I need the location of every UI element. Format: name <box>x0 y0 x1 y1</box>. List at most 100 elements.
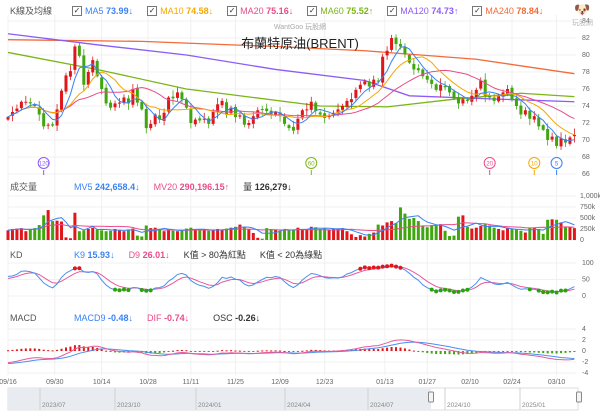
volume-bar <box>171 230 175 240</box>
osc-bar <box>212 351 215 352</box>
date-tick-label: 02/24 <box>503 379 521 386</box>
osc-bar <box>216 350 219 352</box>
candle-body <box>24 101 28 103</box>
osc-bar <box>542 351 545 354</box>
volume-bar <box>501 230 505 240</box>
candle-body <box>519 105 523 115</box>
volume-bar <box>247 229 251 240</box>
osc-bar <box>555 351 558 354</box>
kd-oversold-dot <box>144 288 149 293</box>
volume-bar <box>564 226 567 240</box>
ma-toggle-ma20[interactable]: ✓ MA20 75.16 ↓ <box>227 5 293 16</box>
volume-bar <box>452 235 456 240</box>
volume-tick-label: 750k <box>580 204 596 211</box>
candle-body <box>149 123 153 129</box>
osc-bar <box>497 351 500 352</box>
candle-body <box>363 81 367 85</box>
ma-toggle-ma120[interactable]: ✓ MA120 74.73 ↑ <box>387 5 458 16</box>
kd-oversold-dot <box>465 287 470 292</box>
volume-bar <box>434 224 438 240</box>
kd-overbought-dot <box>389 263 394 268</box>
volume-bar <box>381 225 385 240</box>
candle-body <box>456 97 460 104</box>
checkbox-icon[interactable]: ✓ <box>472 5 483 16</box>
volume-bar <box>202 230 206 240</box>
volume-bar <box>104 231 108 240</box>
volume-bar <box>33 228 37 240</box>
osc-bar <box>64 347 67 351</box>
volume-bar <box>220 229 224 240</box>
candle-body <box>492 97 496 101</box>
osc-bar <box>42 349 45 351</box>
checkbox-icon[interactable]: ✓ <box>227 5 238 16</box>
price-tick-label: 80 <box>582 52 590 59</box>
kd-tick-label: 100 <box>582 260 594 267</box>
osc-bar <box>287 351 290 352</box>
volume-bar <box>251 232 255 240</box>
kd-tick-label: 0 <box>582 293 586 300</box>
osc-bar <box>256 350 259 352</box>
price-tick-label: 78 <box>582 69 590 76</box>
volume-bar <box>126 229 130 240</box>
volume-bar <box>323 228 327 240</box>
kd-oversold-dot <box>139 287 144 292</box>
candle-body <box>144 108 148 129</box>
candle-body <box>439 84 443 91</box>
ma-toggle-ma60[interactable]: ✓ MA60 75.52 ↑ <box>307 5 373 16</box>
candle-body <box>175 92 179 98</box>
osc-bar <box>515 351 518 352</box>
candle-body <box>198 118 202 121</box>
navigator-handle[interactable] <box>428 391 434 403</box>
checkbox-icon[interactable]: ✓ <box>72 5 83 16</box>
volume-bar <box>256 237 260 240</box>
kd-oversold-dot <box>545 290 550 295</box>
candle-body <box>104 87 108 104</box>
ma-toggle-ma10[interactable]: ✓ MA10 74.58 ↓ <box>147 5 213 16</box>
checkbox-icon[interactable]: ✓ <box>147 5 158 16</box>
osc-bar <box>301 350 304 352</box>
osc-bar <box>163 351 166 353</box>
volume-bar <box>443 230 447 240</box>
volume-bar <box>492 227 496 240</box>
ma-toggle-ma5[interactable]: ✓ MA5 73.99 ↓ <box>72 5 133 16</box>
candle-body <box>461 99 465 104</box>
osc-bar <box>47 350 50 352</box>
ma-toggle-ma240[interactable]: ✓ MA240 78.84 ↓ <box>472 5 543 16</box>
kd-oversold-dot <box>559 288 564 293</box>
navigator-handle[interactable] <box>576 391 582 403</box>
candle-body <box>189 108 193 123</box>
price-tick-label: 70 <box>582 137 590 144</box>
price-tick-label: 66 <box>582 171 590 178</box>
volume-label: 成交量 <box>10 182 38 192</box>
osc-bar <box>60 348 63 351</box>
osc-bar <box>305 350 308 352</box>
candle-body <box>523 110 527 115</box>
volume-bar <box>345 231 349 240</box>
volume-bar <box>225 228 229 240</box>
watermark: WantGoo 玩股網 <box>273 24 327 31</box>
osc-bar <box>29 348 32 351</box>
candle-body <box>546 128 550 140</box>
kd-tick-label: 50 <box>582 277 590 284</box>
volume-bar <box>430 225 434 240</box>
checkbox-icon[interactable]: ✓ <box>387 5 398 16</box>
candle-body <box>345 100 349 107</box>
candle-body <box>318 112 322 115</box>
kd-oversold-dot <box>460 288 465 293</box>
volume-value: 量 126,279 ↓ <box>243 181 292 193</box>
kd-note-red: K值 > 80為紅點 <box>183 250 246 260</box>
kd-overbought-dot <box>398 265 403 270</box>
kd-overbought-dot <box>77 266 82 271</box>
price-tick-label: 76 <box>582 86 590 93</box>
volume-bar <box>523 232 527 240</box>
osc-bar <box>15 349 18 351</box>
osc-bar <box>252 351 255 352</box>
osc-bar <box>7 350 9 352</box>
volume-bar <box>318 229 322 240</box>
volume-bar <box>95 229 99 240</box>
candle-body <box>283 117 287 124</box>
volume-bar <box>407 218 411 240</box>
osc-bar <box>524 351 527 353</box>
volume-bar <box>216 229 220 240</box>
checkbox-icon[interactable]: ✓ <box>307 5 318 16</box>
